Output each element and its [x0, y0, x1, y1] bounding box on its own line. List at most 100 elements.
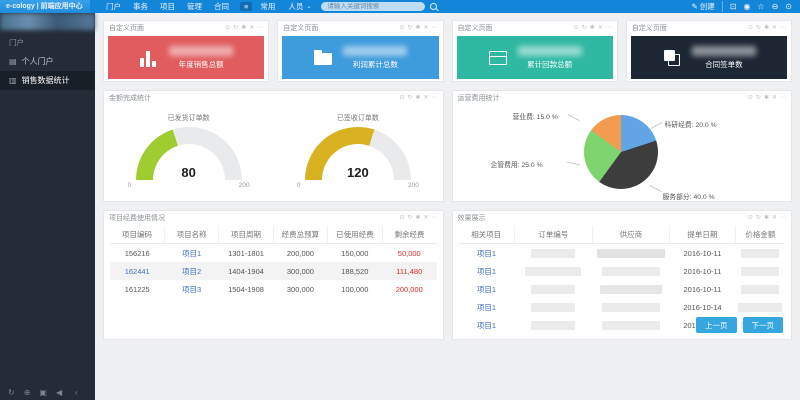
settings-icon[interactable]: ✱ [241, 24, 246, 31]
panel-title: 自定义页面 [283, 23, 318, 33]
sync-icon[interactable]: ↻ [8, 388, 15, 397]
col-header[interactable]: 已使用经费 [328, 226, 382, 244]
table-row[interactable]: 156216 项目1 1301-1801 200,000 150,000 50,… [110, 244, 437, 263]
next-page-button[interactable]: 下一页 [743, 317, 784, 333]
pie-chart[interactable] [584, 115, 658, 189]
settings-icon[interactable]: ✱ [764, 24, 769, 31]
sidebar-item-sales-stats[interactable]: ▥ 销售数据统计 [0, 71, 95, 90]
table-row[interactable]: 161225 项目3 1504-1908 300,000 100,000 200… [110, 280, 437, 298]
refresh-icon[interactable]: ↻ [756, 214, 761, 221]
sidebar-item-personal-portal[interactable]: ▤ 个人门户 [0, 52, 95, 71]
pin-icon[interactable]: ⊙ [399, 24, 404, 31]
refresh-icon[interactable]: ↻ [582, 24, 587, 31]
pin-icon[interactable]: ⊙ [748, 214, 753, 221]
nav-item[interactable]: 合同 [214, 1, 229, 12]
user-menu[interactable]: 人员 ⌄ [288, 1, 311, 12]
more-icon[interactable]: ⋯ [432, 24, 438, 31]
nav-item[interactable]: 事务 [133, 1, 148, 12]
col-header[interactable]: 价格金额 [735, 226, 785, 244]
create-button[interactable]: ✎ 创建 [691, 1, 722, 12]
cell-project-link[interactable]: 项目1 [459, 298, 515, 316]
close-icon[interactable]: ✕ [598, 24, 603, 31]
table-row-selected[interactable]: 162441 项目2 1404-1904 300,000 188,520 111… [110, 262, 437, 280]
more-icon[interactable]: ⋯ [780, 24, 786, 31]
pin-icon[interactable]: ⊙ [399, 214, 404, 221]
sound-icon[interactable]: ◀ [56, 388, 62, 397]
collapse-icon[interactable]: ‹ [67, 388, 89, 397]
col-header[interactable]: 相关项目 [459, 226, 515, 244]
scan-icon[interactable]: ⊡ [730, 2, 737, 11]
more-icon[interactable]: ⋯ [257, 24, 263, 31]
stat-card-contracts[interactable]: 合同签单数 [631, 36, 787, 79]
settings-icon[interactable]: ✱ [415, 214, 420, 221]
pin-icon[interactable]: ⊙ [748, 94, 753, 101]
close-icon[interactable]: ✕ [423, 214, 428, 221]
close-icon[interactable]: ✕ [772, 94, 777, 101]
nav-item[interactable]: 项目 [160, 1, 175, 12]
plugin-icon[interactable]: ⊕ [24, 388, 31, 397]
stat-card-profit[interactable]: 利润累计总数 [282, 36, 438, 79]
favorite-icon[interactable]: ☆ [757, 2, 764, 11]
close-icon[interactable]: ✕ [423, 94, 428, 101]
nav-item-quick[interactable]: 常用 [260, 1, 275, 12]
col-header[interactable]: 项目编码 [110, 226, 164, 244]
pin-icon[interactable]: ⊙ [225, 24, 230, 31]
notification-icon[interactable]: ⊖ [772, 2, 779, 11]
sidebar: 门户 ▤ 个人门户 ▥ 销售数据统计 ↻ ⊕ ▣ ◀ ‹ [0, 13, 95, 400]
table-row[interactable]: 项目1 2016-10-11 [459, 262, 786, 280]
close-icon[interactable]: ✕ [772, 214, 777, 221]
cell-project-link[interactable]: 项目2 [164, 262, 218, 280]
more-icon[interactable]: ⋯ [606, 24, 612, 31]
cell-code[interactable]: 162441 [110, 262, 164, 280]
cell-project-link[interactable]: 项目1 [164, 244, 218, 263]
close-icon[interactable]: ✕ [249, 24, 254, 31]
hamburger-icon[interactable]: ≡ [240, 2, 252, 11]
settings-icon[interactable]: ✱ [415, 94, 420, 101]
col-header[interactable]: 项目周期 [219, 226, 273, 244]
col-header[interactable]: 项目名称 [164, 226, 218, 244]
close-icon[interactable]: ✕ [423, 24, 428, 31]
col-header[interactable]: 经费总预算 [273, 226, 327, 244]
settings-icon[interactable]: ✱ [764, 214, 769, 221]
col-header[interactable]: 提单日期 [670, 226, 735, 244]
pin-icon[interactable]: ⊙ [748, 24, 753, 31]
cell-project-link[interactable]: 项目1 [459, 262, 515, 280]
table-row[interactable]: 项目1 2016-10-14 [459, 298, 786, 316]
tables-row: 项目经费使用情况 ⊙↻✱✕⋯ 项目编码 项目名称 项目周期 经费总预算 已使用经… [103, 210, 792, 340]
col-header[interactable]: 剩余经费 [382, 226, 436, 244]
refresh-icon[interactable]: ↻ [407, 24, 412, 31]
pin-icon[interactable]: ⊙ [574, 24, 579, 31]
cell-project-link[interactable]: 项目1 [459, 244, 515, 263]
settings-icon[interactable]: ✱ [590, 24, 595, 31]
nav-item[interactable]: 管理 [187, 1, 202, 12]
search-icon[interactable] [430, 3, 437, 10]
help-icon[interactable]: ◉ [743, 2, 750, 11]
refresh-icon[interactable]: ↻ [756, 24, 761, 31]
more-icon[interactable]: ⋯ [432, 94, 438, 101]
more-icon[interactable]: ⋯ [780, 214, 786, 221]
more-icon[interactable]: ⋯ [432, 214, 438, 221]
prev-page-button[interactable]: 上一页 [696, 317, 737, 333]
refresh-icon[interactable]: ↻ [407, 214, 412, 221]
cell-project-link[interactable]: 项目1 [459, 316, 515, 334]
stat-card-payment[interactable]: 累计回款总额 [457, 36, 613, 79]
col-header[interactable]: 供应商 [592, 226, 670, 244]
table-row[interactable]: 项目1 2016-10-11 [459, 280, 786, 298]
stat-card-sales[interactable]: 年度销售总额 [108, 36, 264, 79]
cell-project-link[interactable]: 项目3 [164, 280, 218, 298]
apps-icon[interactable]: ▣ [39, 388, 47, 397]
col-header[interactable]: 订单编号 [514, 226, 592, 244]
nav-item[interactable]: 门户 [106, 1, 121, 12]
refresh-icon[interactable]: ↻ [233, 24, 238, 31]
settings-icon[interactable]: ✱ [764, 94, 769, 101]
settings-icon[interactable]: ✱ [415, 24, 420, 31]
close-icon[interactable]: ✕ [772, 24, 777, 31]
power-icon[interactable]: ⊙ [785, 2, 792, 11]
refresh-icon[interactable]: ↻ [407, 94, 412, 101]
refresh-icon[interactable]: ↻ [756, 94, 761, 101]
more-icon[interactable]: ⋯ [780, 94, 786, 101]
cell-project-link[interactable]: 项目1 [459, 280, 515, 298]
search-input[interactable] [321, 2, 425, 11]
pin-icon[interactable]: ⊙ [399, 94, 404, 101]
table-row[interactable]: 项目1 2016-10-11 [459, 244, 786, 263]
